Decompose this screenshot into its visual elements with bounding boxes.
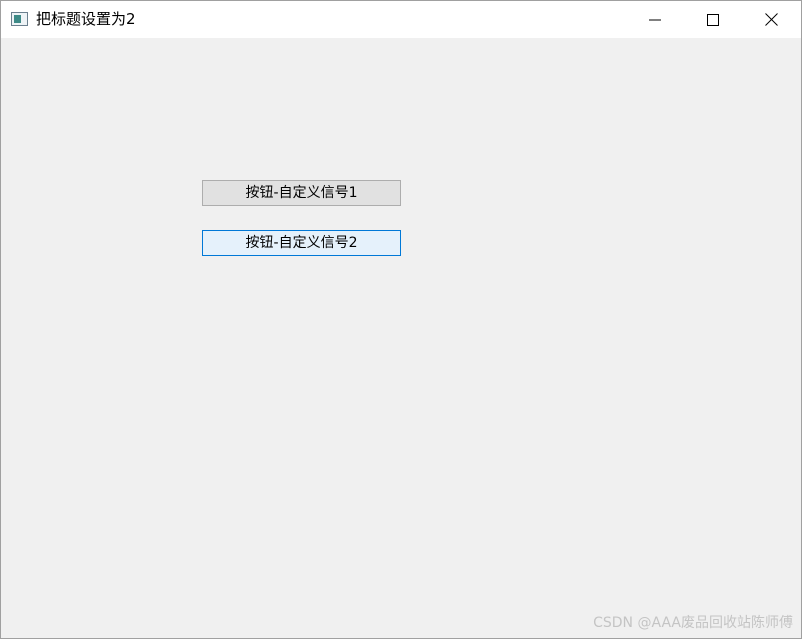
maximize-icon [707,13,719,26]
app-window-icon [11,12,28,26]
custom-signal-button-1[interactable]: 按钮-自定义信号1 [202,180,401,206]
client-area: 按钮-自定义信号1 按钮-自定义信号2 [1,38,801,638]
close-button[interactable] [742,1,800,38]
minimize-button[interactable] [626,1,684,38]
maximize-button[interactable] [684,1,742,38]
app-window: 把标题设置为2 按钮-自定义信号1 按钮-自定义信号2 CSDN @AAA废品回… [0,0,802,639]
window-title: 把标题设置为2 [36,10,136,28]
minimize-icon [649,19,661,20]
custom-signal-button-2[interactable]: 按钮-自定义信号2 [202,230,401,256]
watermark-text: CSDN @AAA废品回收站陈师傅 [593,615,793,631]
title-bar[interactable]: 把标题设置为2 [1,1,801,38]
close-icon [764,13,778,26]
